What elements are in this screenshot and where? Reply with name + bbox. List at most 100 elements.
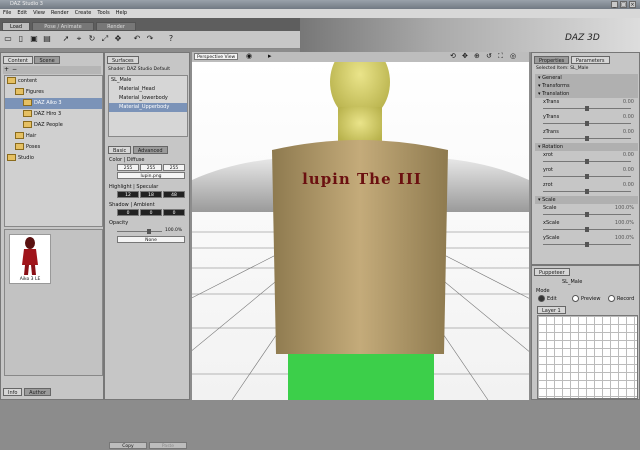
color-r-field[interactable]: 255 xyxy=(117,164,139,171)
tab-surfaces[interactable]: Surfaces xyxy=(107,56,139,64)
undo-icon[interactable]: ↶ xyxy=(131,33,143,45)
tab-properties[interactable]: Properties xyxy=(534,56,570,64)
parameter-slider-handle[interactable] xyxy=(585,174,589,179)
new-file-icon[interactable]: ▯ xyxy=(15,33,27,45)
camera-pan-icon[interactable]: ✥ xyxy=(462,52,468,60)
highlight-b-field[interactable]: 48 xyxy=(163,191,185,198)
parameter-group-header[interactable]: ▾ Rotation xyxy=(535,143,638,151)
universal-icon[interactable]: ✥ xyxy=(112,33,124,45)
parameter-value[interactable]: 0.00 xyxy=(623,99,634,105)
parameter-slider[interactable] xyxy=(543,174,631,179)
highlight-g-field[interactable]: 18 xyxy=(140,191,162,198)
view-select[interactable]: Perspective View xyxy=(194,53,238,60)
paste-button[interactable]: Paste xyxy=(149,442,187,449)
scale-icon[interactable]: ⤢ xyxy=(99,33,111,45)
parameter-slider[interactable] xyxy=(543,242,631,247)
tab-basic[interactable]: Basic xyxy=(108,146,132,154)
camera-reset-icon[interactable]: ◎ xyxy=(510,52,516,60)
surface-item[interactable]: SL_Male xyxy=(109,76,187,85)
shadow-g-field[interactable]: 0 xyxy=(140,209,162,216)
tab-author[interactable]: Author xyxy=(24,388,51,396)
frame-icon[interactable]: ⛶ xyxy=(498,52,503,61)
tab-scene[interactable]: Scene xyxy=(34,56,60,64)
maximize-button[interactable]: □ xyxy=(620,1,627,8)
mode-preview-option[interactable]: Preview xyxy=(572,295,600,302)
parameter-value[interactable]: 0.00 xyxy=(623,182,634,188)
aiko-thumbnail[interactable]: Aiko 3 LE xyxy=(9,234,51,284)
menu-help[interactable]: Help xyxy=(113,9,130,17)
parameter-slider-handle[interactable] xyxy=(585,159,589,164)
opacity-map-select[interactable]: None xyxy=(117,236,185,243)
puppeteer-grid[interactable] xyxy=(537,315,638,399)
parameter-slider[interactable] xyxy=(543,189,631,194)
tab-parameters[interactable]: Parameters xyxy=(570,56,610,64)
mode-record-radio[interactable] xyxy=(608,295,615,302)
opacity-slider-handle[interactable] xyxy=(147,229,151,234)
menu-render[interactable]: Render xyxy=(48,9,72,17)
tree-item[interactable]: Studio xyxy=(5,153,102,164)
parameter-slider[interactable] xyxy=(543,159,631,164)
shadow-b-field[interactable]: 0 xyxy=(163,209,185,216)
camera-orbit-icon[interactable]: ⟲ xyxy=(450,52,456,60)
menu-view[interactable]: View xyxy=(30,9,48,17)
tree-item[interactable]: content xyxy=(5,76,102,87)
opacity-slider[interactable] xyxy=(117,229,162,234)
parameter-slider-handle[interactable] xyxy=(585,227,589,232)
tree-item[interactable]: DAZ People xyxy=(5,120,102,131)
surface-item[interactable]: Material_Upperbody xyxy=(109,103,187,112)
tab-advanced[interactable]: Advanced xyxy=(132,146,168,154)
help-icon[interactable]: ? xyxy=(165,33,177,45)
tab-pose-animate[interactable]: Pose / Animate xyxy=(32,22,94,31)
mode-record-option[interactable]: Record xyxy=(608,295,634,302)
shadow-r-field[interactable]: 0 xyxy=(117,209,139,216)
tree-item[interactable]: Figures xyxy=(5,87,102,98)
parameter-slider-handle[interactable] xyxy=(585,189,589,194)
parameter-slider[interactable] xyxy=(543,106,631,111)
viewport-menu-icon[interactable]: ▸ xyxy=(268,52,272,60)
parameter-slider-handle[interactable] xyxy=(585,121,589,126)
tree-item[interactable]: DAZ Aiko 3 xyxy=(5,98,102,109)
copy-button[interactable]: Copy xyxy=(109,442,147,449)
parameter-value[interactable]: 100.0% xyxy=(615,205,634,211)
parameter-group-header[interactable]: ▾ General xyxy=(535,74,638,82)
tab-render[interactable]: Render xyxy=(96,22,136,31)
menu-create[interactable]: Create xyxy=(72,9,95,17)
tree-item[interactable]: Poses xyxy=(5,142,102,153)
redo-icon[interactable]: ↷ xyxy=(144,33,156,45)
tab-puppeteer[interactable]: Puppeteer xyxy=(534,268,570,276)
menu-file[interactable]: File xyxy=(0,9,14,17)
tab-layer-1[interactable]: Layer 1 xyxy=(537,306,566,314)
parameter-value[interactable]: 0.00 xyxy=(623,114,634,120)
folder-open-icon[interactable]: ▭ xyxy=(2,33,14,45)
tab-load[interactable]: Load xyxy=(2,22,30,31)
mode-preview-radio[interactable] xyxy=(572,295,579,302)
parameter-group-header[interactable]: ▾ Translation xyxy=(535,90,638,98)
display-style-icon[interactable]: ◉ xyxy=(246,52,252,60)
menu-tools[interactable]: Tools xyxy=(94,9,112,17)
parameter-group-header[interactable]: ▾ Scale xyxy=(535,196,638,204)
save-icon[interactable]: ▣ xyxy=(28,33,40,45)
parameter-value[interactable]: 100.0% xyxy=(615,235,634,241)
color-b-field[interactable]: 255 xyxy=(163,164,185,171)
parameter-value[interactable]: 0.00 xyxy=(623,152,634,158)
mode-edit-option[interactable]: Edit xyxy=(538,295,557,302)
camera-zoom-icon[interactable]: ⊕ xyxy=(474,52,480,60)
rotate-icon[interactable]: ↻ xyxy=(86,33,98,45)
parameter-value[interactable]: 0.00 xyxy=(623,167,634,173)
tree-item[interactable]: DAZ Hiro 3 xyxy=(5,109,102,120)
parameter-slider-handle[interactable] xyxy=(585,136,589,141)
minimize-button[interactable]: _ xyxy=(611,1,618,8)
parameter-slider-handle[interactable] xyxy=(585,106,589,111)
color-texture-select[interactable]: lupin.png xyxy=(117,172,185,179)
surface-item[interactable]: Material_Head xyxy=(109,85,187,94)
tree-item[interactable]: Hair xyxy=(5,131,102,142)
parameter-value[interactable]: 0.00 xyxy=(623,129,634,135)
mode-edit-radio[interactable] xyxy=(538,295,545,302)
remove-icon[interactable]: − xyxy=(12,66,17,73)
tab-info[interactable]: Info xyxy=(3,388,23,396)
node-select-icon[interactable]: ⌖ xyxy=(73,33,85,45)
surface-item[interactable]: Material_lowerbody xyxy=(109,94,187,103)
color-g-field[interactable]: 255 xyxy=(140,164,162,171)
open-icon[interactable]: ▤ xyxy=(41,33,53,45)
menu-edit[interactable]: Edit xyxy=(14,9,30,17)
